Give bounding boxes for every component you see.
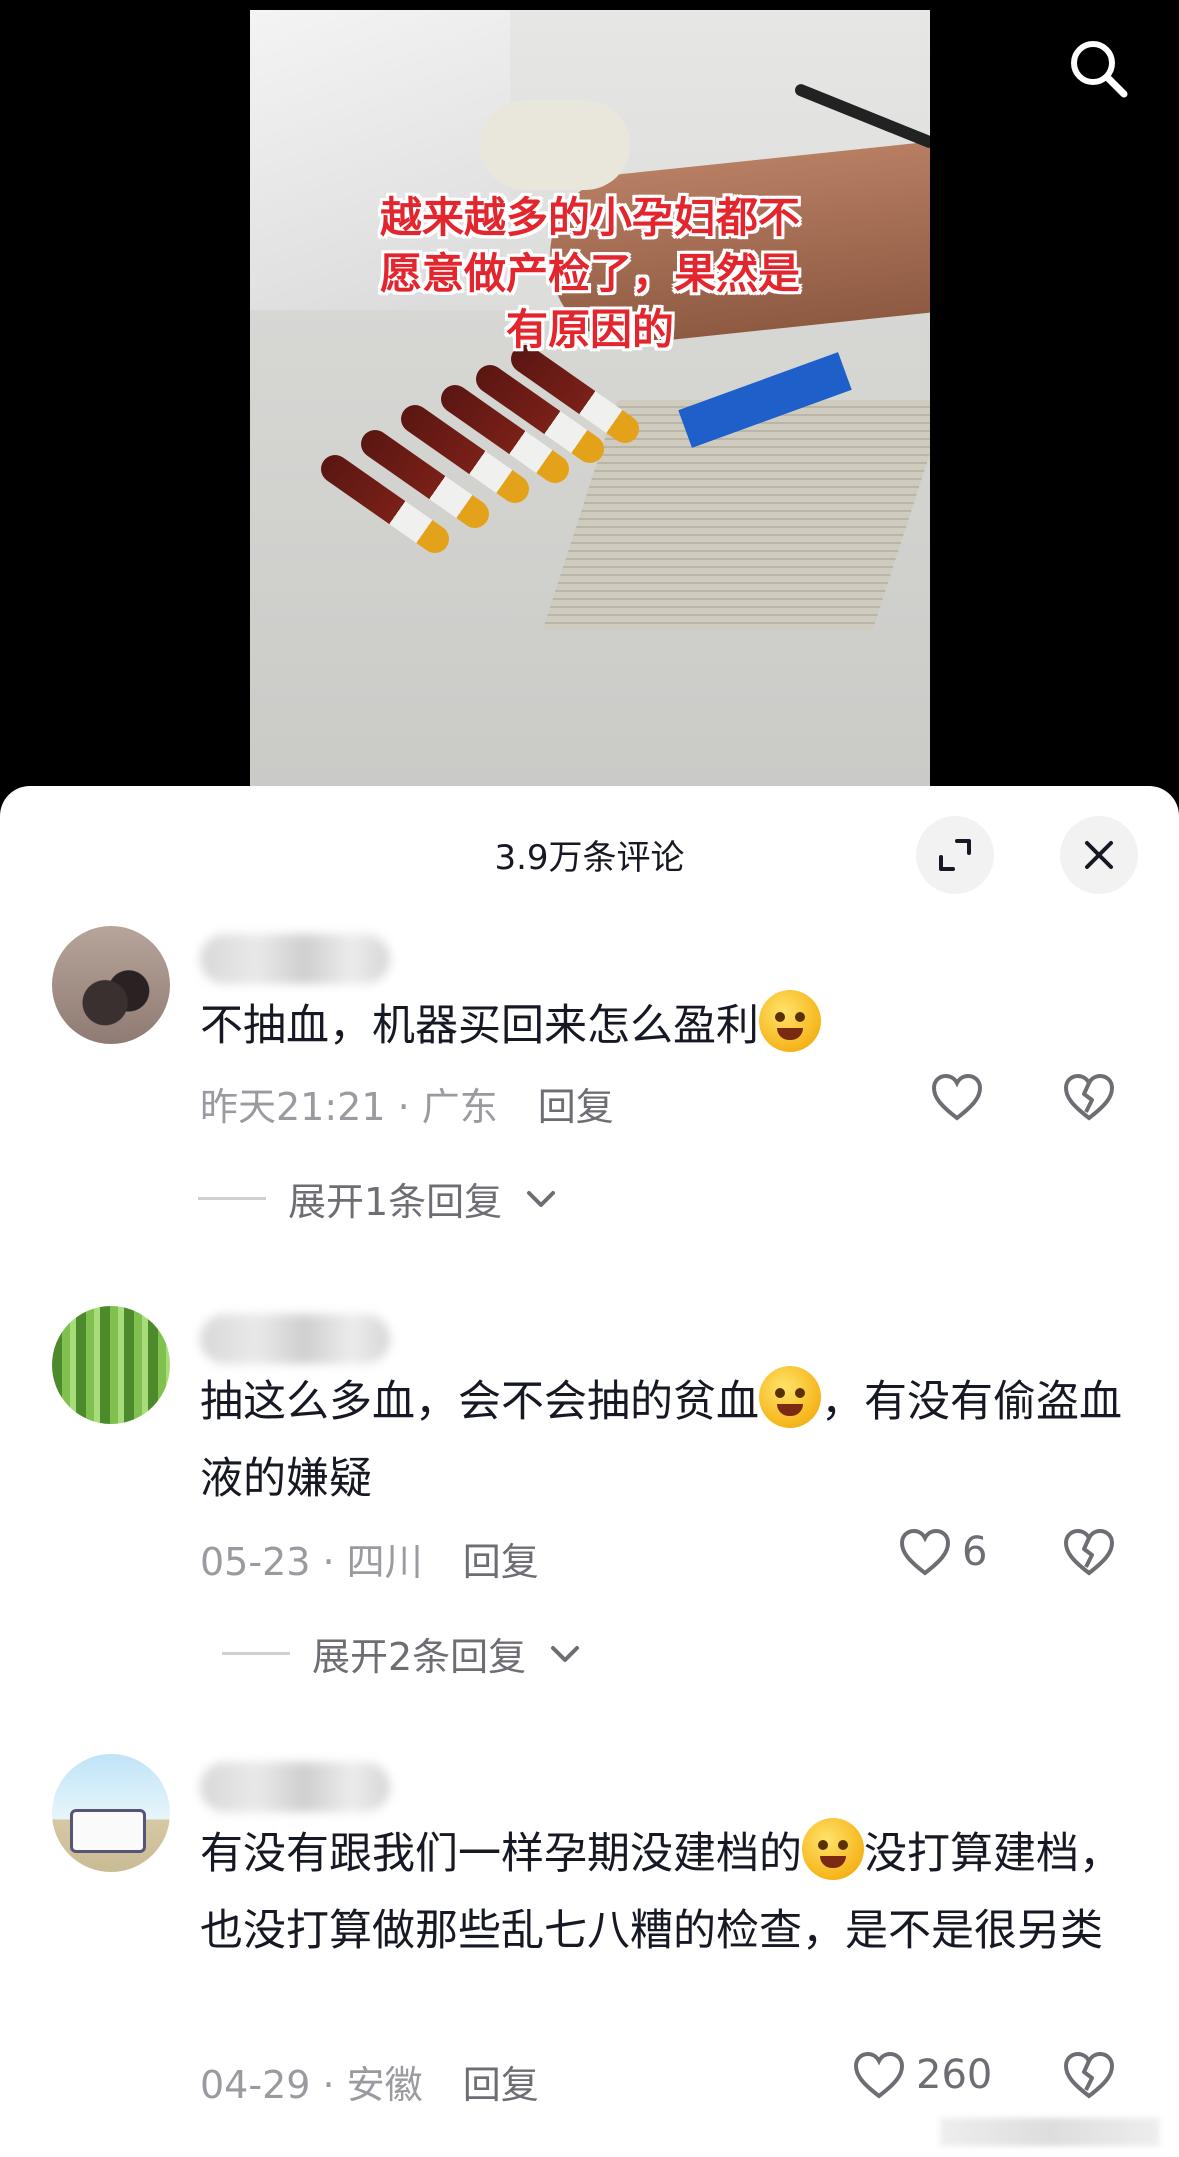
- username-blurred[interactable]: [200, 934, 390, 984]
- sheet-header: 3.9万条评论: [0, 786, 1179, 916]
- comment-date: 05-23: [200, 1540, 311, 1584]
- comment-text-body: 抽这么多血，会不会抽的贫血: [200, 1377, 759, 1427]
- avatar[interactable]: [52, 1754, 170, 1872]
- expand-icon: [939, 839, 971, 871]
- like-button[interactable]: [930, 1072, 984, 1122]
- broken-heart-icon: [1063, 1528, 1115, 1576]
- heart-icon: [899, 1528, 951, 1576]
- video-area[interactable]: 越来越多的小孕妇都不 愿意做产检了，果然是 有原因的: [0, 0, 1179, 800]
- woozy-face-emoji: [759, 990, 821, 1052]
- comment-location: 四川: [346, 1540, 423, 1584]
- expand-button[interactable]: [916, 816, 994, 894]
- comment-location: 安徽: [346, 2063, 423, 2107]
- comment-date: 04-29: [200, 2063, 311, 2107]
- expand-replies-label: 展开1条回复: [288, 1180, 503, 1224]
- comment-text-body: 不抽血，机器买回来怎么盈利: [200, 1001, 759, 1051]
- comment-text: 不抽血，机器买回来怎么盈利: [200, 988, 1140, 1065]
- heart-icon: [853, 2051, 905, 2099]
- avatar[interactable]: [52, 926, 170, 1044]
- grinning-face-emoji: [802, 1818, 864, 1880]
- caption-line: 有原因的: [505, 305, 674, 354]
- close-button[interactable]: [1060, 816, 1138, 894]
- avatar[interactable]: [52, 1306, 170, 1424]
- gloved-hand: [480, 100, 630, 190]
- comment-sheet: 3.9万条评论 不抽血，机器买回来怎么盈利 昨天21:21 · 广东 回复 展开…: [0, 786, 1179, 2157]
- comment-location: 广东: [421, 1085, 498, 1129]
- reply-button[interactable]: 回复: [463, 1540, 539, 1584]
- reply-button[interactable]: 回复: [538, 1085, 614, 1129]
- comment-text: 抽这么多血，会不会抽的贫血 ，有没有偷盗血液的嫌疑: [200, 1364, 1140, 1518]
- dislike-button[interactable]: [1062, 2050, 1116, 2104]
- caption-line: 越来越多的小孕妇都不: [379, 193, 800, 242]
- like-count: 6: [962, 1529, 988, 1575]
- comment-meta: 05-23 · 四川 回复: [200, 1540, 539, 1584]
- dislike-button[interactable]: [1062, 1527, 1116, 1581]
- like-count: 260: [916, 2052, 993, 2098]
- comment-meta: 04-29 · 安徽 回复: [200, 2063, 539, 2107]
- close-icon: [1085, 841, 1113, 869]
- chevron-down-icon: [551, 1645, 580, 1662]
- search-icon: [1071, 41, 1128, 98]
- heart-icon: [931, 1073, 983, 1121]
- expand-replies-label: 展开2条回复: [312, 1635, 527, 1679]
- divider-dash: [222, 1652, 290, 1655]
- comment-count: 3.9万条评论: [494, 838, 685, 878]
- caption-line: 愿意做产检了，果然是: [379, 249, 800, 298]
- chevron-down-icon: [527, 1190, 556, 1207]
- comment-meta: 昨天21:21 · 广东 回复: [200, 1085, 614, 1129]
- crying-laughing-face-emoji: [759, 1366, 821, 1428]
- video-caption: 越来越多的小孕妇都不 愿意做产检了，果然是 有原因的: [270, 190, 910, 358]
- comment-text-body: 有没有跟我们一样孕期没建档的: [200, 1829, 802, 1879]
- username-blurred[interactable]: [200, 1762, 390, 1812]
- broken-heart-icon: [1063, 1073, 1115, 1121]
- divider-dash: [198, 1197, 266, 1200]
- dislike-button[interactable]: [1062, 1072, 1116, 1126]
- reply-button[interactable]: 回复: [463, 2063, 539, 2107]
- like-button[interactable]: 6: [898, 1527, 987, 1577]
- expand-replies[interactable]: 展开1条回复: [198, 1171, 558, 1226]
- search-button[interactable]: [1058, 28, 1138, 108]
- broken-heart-icon: [1063, 2051, 1115, 2099]
- comment-date: 昨天21:21: [200, 1085, 386, 1129]
- video-thumbnail[interactable]: 越来越多的小孕妇都不 愿意做产检了，果然是 有原因的: [250, 10, 930, 790]
- comment-text: 有没有跟我们一样孕期没建档的 没打算建档，也没打算做那些乱七八糟的检查，是不是很另…: [200, 1816, 1140, 1970]
- expand-replies[interactable]: 展开2条回复: [222, 1626, 582, 1681]
- pen: [793, 82, 930, 150]
- username-blurred[interactable]: [200, 1314, 390, 1364]
- watermark-blurred: [940, 2118, 1160, 2146]
- like-button[interactable]: 260: [852, 2050, 992, 2100]
